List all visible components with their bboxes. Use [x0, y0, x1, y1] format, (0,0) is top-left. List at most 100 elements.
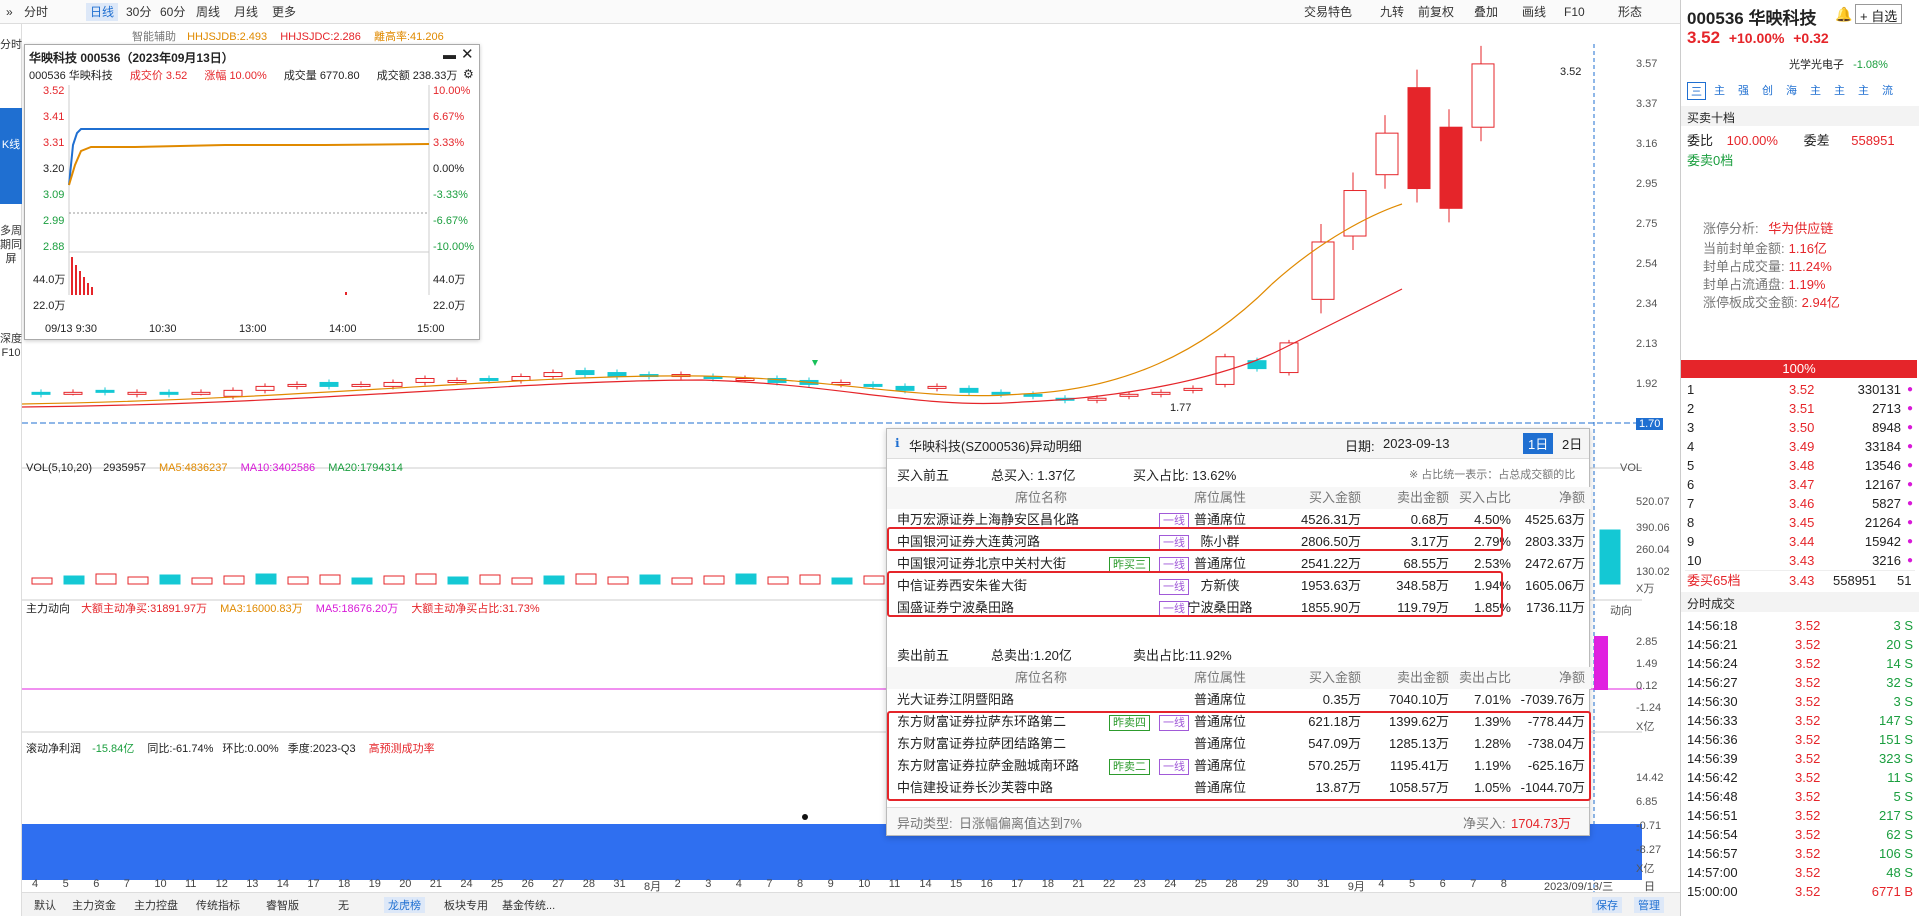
wb-label: 委比	[1687, 133, 1714, 148]
bid-row[interactable]: 4 3.49 33184 ●	[1685, 437, 1915, 457]
close-icon[interactable]: ✕	[461, 45, 474, 63]
sector-line[interactable]: 光学光电子 -1.08%	[1789, 56, 1888, 72]
tab-week[interactable]: 周线	[192, 3, 224, 21]
sector-chg: -1.08%	[1853, 59, 1888, 71]
bottom-zhuli[interactable]: 主力资金	[72, 897, 116, 913]
vol-bar	[799, 574, 821, 585]
tab1[interactable]: 主	[1711, 82, 1728, 98]
menu-jiuzhuan[interactable]: 九转	[1376, 3, 1408, 21]
seat-row[interactable]: 光大证券江阴暨阳路 普通席位 0.35万 7040.10万 7.01% -7039.76万	[887, 689, 1591, 711]
tab-more[interactable]: 更多	[268, 3, 300, 21]
pt3: 14:00	[329, 323, 357, 335]
minimize-icon[interactable]: ▬	[443, 47, 456, 62]
vol-line: VOL(5,10,20) 2935957 MA5:4836237 MA10:34…	[26, 462, 403, 474]
tab0[interactable]: 三	[1687, 82, 1706, 100]
highlight-box	[887, 711, 1591, 801]
tab-30m[interactable]: 30分	[122, 3, 155, 21]
bid-level: 5	[1687, 458, 1695, 473]
menu-draw[interactable]: 画线	[1518, 3, 1550, 21]
tab-1day[interactable]: 1日	[1523, 433, 1554, 454]
bid-row[interactable]: 9 3.44 15942 ●	[1685, 532, 1915, 552]
menu-pattern[interactable]: 形态	[1614, 3, 1646, 21]
nav-f10[interactable]: 深度F10	[0, 328, 22, 428]
tab4[interactable]: 海	[1783, 82, 1800, 98]
tab3[interactable]: 创	[1759, 82, 1776, 98]
zl-line-text: 主力动向 大额主动净买:31891.97万 MA3:16000.83万 MA5:…	[26, 600, 540, 616]
bottom-kongpan[interactable]: 主力控盘	[134, 897, 178, 913]
menu-fuquan[interactable]: 前复权	[1414, 3, 1458, 21]
zl-tick: 0.12	[1636, 680, 1658, 692]
tick-time: 14:56:33	[1687, 713, 1738, 728]
sell-header: 席位名称 席位属性 买入金额 卖出金额 卖出占比 净额	[887, 667, 1591, 689]
menu-f10[interactable]: F10	[1560, 3, 1589, 21]
note: ※ 占比统一表示：占总成交额的比	[1409, 469, 1576, 481]
zl-b: MA3:16000.83万	[220, 603, 303, 615]
h-attr: 席位属性	[1193, 490, 1246, 505]
tab-rixian[interactable]: 日线	[86, 3, 119, 21]
bid-row[interactable]: 3 3.50 8948 ●	[1685, 418, 1915, 438]
rp-b: 同比:-61.74%	[147, 743, 214, 755]
bell-icon[interactable]: 🔔	[1835, 6, 1852, 23]
rp-a: -15.84亿	[92, 743, 135, 755]
tab6[interactable]: 主	[1831, 82, 1848, 98]
bottom-jijin[interactable]: 基金传统...	[502, 897, 555, 913]
pl2: 3.31	[43, 137, 65, 149]
x-tick: 7	[766, 878, 773, 890]
x-tick: 2	[674, 878, 681, 890]
menu-trade-feature[interactable]: 交易特色	[1300, 3, 1356, 21]
x-tick: 16	[980, 878, 993, 890]
longhu-detail-panel[interactable]: ℹ 华映科技(SZ000536)异动明细 日期: 2023-09-13 1日 2…	[886, 428, 1591, 836]
tab-month[interactable]: 月线	[230, 3, 262, 21]
nav-multi[interactable]: 多周期同屏	[0, 220, 22, 330]
bid-row[interactable]: 10 3.43 3216 ●	[1685, 551, 1915, 571]
zt-b[interactable]: 华为供应链	[1768, 221, 1833, 236]
settings-icon[interactable]: ⚙	[463, 67, 474, 81]
save-button[interactable]: 保存	[1592, 897, 1622, 913]
bid-row[interactable]: 1 3.52 330131 ●	[1685, 380, 1915, 400]
tab-fenshi[interactable]: 分时	[20, 3, 52, 21]
pv2: 44.0万	[433, 274, 466, 286]
bottom-chuantong[interactable]: 传统指标	[196, 897, 240, 913]
bid-row[interactable]: 8 3.45 21264 ●	[1685, 513, 1915, 533]
vol-bar	[1599, 529, 1621, 585]
bid-row[interactable]: 7 3.46 5827 ●	[1685, 494, 1915, 514]
x-tick: 4	[735, 878, 742, 890]
intraday-popup[interactable]: 华映科技 000536（2023年09月13日） ▬ ✕ 000536 华映科技…	[24, 44, 480, 340]
buy65-vol: 558951	[1833, 573, 1877, 588]
pl6: 2.88	[43, 241, 65, 253]
tick-price: 3.52	[1795, 789, 1821, 804]
bid-price: 3.45	[1789, 515, 1815, 530]
bottom-default[interactable]: 默认	[34, 897, 56, 913]
bottom-none[interactable]: 无	[338, 897, 349, 913]
nav-fenshi[interactable]: 分时	[0, 34, 22, 74]
bid-row[interactable]: 6 3.47 12167 ●	[1685, 475, 1915, 495]
candle	[447, 379, 467, 383]
tab-60m[interactable]: 60分	[156, 3, 189, 21]
menu-overlay[interactable]: 叠加	[1470, 3, 1502, 21]
bid-row[interactable]: 5 3.48 13546 ●	[1685, 456, 1915, 476]
x-tick: 7	[123, 878, 130, 890]
vol-bar	[735, 573, 757, 585]
tab8[interactable]: 流	[1879, 82, 1896, 98]
add-watchlist-button[interactable]: + 自选	[1855, 4, 1903, 24]
tab-2day[interactable]: 2日	[1557, 433, 1587, 454]
vol-tick: 390.06	[1636, 522, 1670, 534]
vol-bar	[223, 575, 245, 585]
tick-vol: 323 S	[1879, 751, 1913, 766]
tab5[interactable]: 主	[1807, 82, 1824, 98]
expand-icon[interactable]: »	[2, 3, 17, 21]
bottom-ruizhi[interactable]: 睿智版	[266, 897, 299, 913]
bid-level: 6	[1687, 477, 1695, 492]
bottom-bankuai[interactable]: 板块专用	[444, 897, 488, 913]
bid-row[interactable]: 2 3.51 2713 ●	[1685, 399, 1915, 419]
tick-price: 3.52	[1795, 770, 1821, 785]
dot-marker	[802, 814, 808, 820]
tab2[interactable]: 强	[1735, 82, 1752, 98]
nav-kline[interactable]: K线	[0, 108, 22, 204]
rp-e[interactable]: 高预测成功率	[369, 743, 435, 755]
tab7[interactable]: 主	[1855, 82, 1872, 98]
h-buy: 买入金额	[1308, 490, 1361, 505]
bottom-longhu[interactable]: 龙虎榜	[384, 897, 425, 913]
tick-row: 14:56:39 3.52 323 S	[1685, 749, 1917, 768]
manage-button[interactable]: 管理	[1634, 897, 1664, 913]
